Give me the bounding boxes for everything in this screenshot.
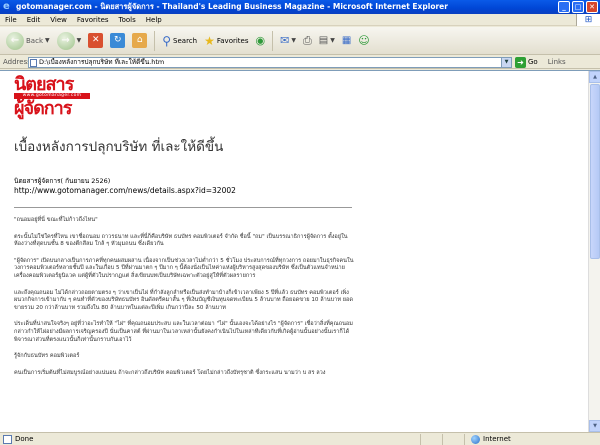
stop-button[interactable]: ✕ <box>86 30 105 52</box>
menu-file[interactable]: File <box>0 16 22 24</box>
close-button[interactable]: ✕ <box>586 1 598 13</box>
paragraph: ประเด็นที่น่าสนใจจริงๆ อยู่ที่ว่าอะไรทำใ… <box>14 321 353 343</box>
status-bar: Done Internet <box>0 432 600 445</box>
messenger-button[interactable]: ☺ <box>356 30 371 52</box>
back-button[interactable]: ← Back ▼ <box>4 30 52 52</box>
forward-button[interactable]: → ▼ <box>55 30 84 52</box>
paragraph: "ถนอมอยู่ที่นี่ ขณะที่ไม่ก้าวถึงไหน" <box>14 217 98 223</box>
maximize-button[interactable]: □ <box>572 1 584 13</box>
page-icon <box>30 58 37 67</box>
refresh-icon: ↻ <box>110 33 126 48</box>
search-icon: ⚲ <box>162 33 172 48</box>
menu-edit[interactable]: Edit <box>22 16 46 24</box>
windows-logo-icon: ⊞ <box>576 14 600 26</box>
refresh-button[interactable]: ↻ <box>108 30 127 52</box>
status-text: Done <box>0 434 420 444</box>
print-button[interactable]: ⎙ <box>301 30 314 52</box>
back-arrow-icon: ← <box>6 31 24 50</box>
go-button[interactable]: ➜ Go <box>515 56 538 68</box>
minimize-button[interactable]: _ <box>558 1 570 13</box>
divider <box>14 207 352 208</box>
page-content[interactable]: นิตยสาร www.gotomanager.com ผู้จัดการ เบ… <box>0 70 600 432</box>
paragraph: "ผู้จัดการ" เปิดบนกลางเป็นการภาคที่ทุกคน… <box>14 257 354 279</box>
mail-button[interactable]: ✉ ▼ <box>278 30 298 52</box>
article-url: http://www.gotomanager.com/news/details.… <box>14 186 236 195</box>
print-icon: ⎙ <box>302 33 312 47</box>
scrollbar-thumb[interactable] <box>590 84 600 259</box>
window-title: gotomanager.com - นิตยสารผู้จัดการ - Tha… <box>16 2 448 11</box>
paragraph: ตระนั้นไม่ใช่ใครที่ไหน เขาชื่อถนอม ถาวรธ… <box>14 233 348 248</box>
security-zone: Internet <box>464 433 600 445</box>
status-label: Done <box>15 435 34 443</box>
paragraph: รู้จักกับธนบัทร คอมพิวเตอร์ <box>14 353 80 360</box>
home-icon: ⌂ <box>132 33 148 48</box>
paragraph: คนเป็นการเริ่มต้นที่ไม่สมบูรณ์อย่างแน่นอ… <box>14 369 326 376</box>
back-dropdown-icon[interactable]: ▼ <box>45 37 50 44</box>
favorites-button[interactable]: ★ Favorites <box>202 30 250 52</box>
menu-bar: File Edit View Favorites Tools Help ⊞ <box>0 14 600 26</box>
favorites-label: Favorites <box>216 36 249 45</box>
toolbar-separator <box>272 30 274 51</box>
edit-dropdown-icon[interactable]: ▼ <box>330 37 335 44</box>
links-button[interactable]: Links <box>548 58 566 66</box>
media-button[interactable]: ◉ <box>254 30 268 52</box>
page-done-icon <box>3 434 12 444</box>
discuss-button[interactable]: ▦ <box>340 30 353 52</box>
magazine-logo: นิตยสาร www.gotomanager.com ผู้จัดการ <box>14 75 94 121</box>
go-label: Go <box>528 58 538 66</box>
forward-dropdown-icon[interactable]: ▼ <box>77 37 82 44</box>
menu-view[interactable]: View <box>45 16 72 24</box>
address-label: Address <box>3 58 31 66</box>
favorites-star-icon: ★ <box>204 33 215 48</box>
logo-text-bottom: ผู้จัดการ <box>14 98 72 119</box>
address-input[interactable]: D:\เบื้องหลังการปลุกบริษัท ที่เละให้ดีขึ… <box>28 56 512 68</box>
scroll-down-icon[interactable]: ▼ <box>589 420 600 432</box>
go-arrow-icon: ➜ <box>515 56 526 68</box>
address-bar: Address D:\เบื้องหลังการปลุกบริษัท ที่เล… <box>0 56 600 69</box>
toolbar: ← Back ▼ → ▼ ✕ ↻ ⌂ ⚲ Search ★ Favorites … <box>0 27 600 55</box>
mail-icon: ✉ <box>280 34 290 47</box>
edit-icon: ▤ <box>318 35 329 46</box>
address-dropdown-icon[interactable]: ▼ <box>501 57 511 67</box>
zone-label: Internet <box>483 435 511 443</box>
status-pane <box>442 433 464 445</box>
edit-button[interactable]: ▤ ▼ <box>317 30 337 52</box>
menu-help[interactable]: Help <box>141 16 167 24</box>
status-pane <box>420 433 442 445</box>
vertical-scrollbar[interactable]: ▲ ▼ <box>588 71 600 432</box>
mail-dropdown-icon[interactable]: ▼ <box>291 37 296 44</box>
scroll-up-icon[interactable]: ▲ <box>589 71 600 83</box>
media-icon: ◉ <box>255 34 266 47</box>
menu-tools[interactable]: Tools <box>114 16 141 24</box>
logo-text-top: นิตยสาร <box>14 74 74 95</box>
article-headline: เบื้องหลังการปลุกบริษัท ที่เละให้ดีขึ้น <box>14 139 224 155</box>
search-button[interactable]: ⚲ Search <box>160 30 199 52</box>
back-label: Back <box>26 36 43 45</box>
article: นิตยสาร www.gotomanager.com ผู้จัดการ เบ… <box>14 75 574 377</box>
discuss-icon: ▦ <box>341 35 352 46</box>
toolbar-separator <box>154 30 156 51</box>
window-controls: _ □ ✕ <box>558 1 598 13</box>
ie-icon: e <box>3 1 10 12</box>
forward-arrow-icon: → <box>56 31 75 50</box>
title-bar[interactable]: e gotomanager.com - นิตยสารผู้จัดการ - T… <box>0 0 600 14</box>
messenger-icon: ☺ <box>358 34 370 47</box>
search-label: Search <box>173 36 198 45</box>
menu-favorites[interactable]: Favorites <box>72 16 114 24</box>
globe-icon <box>471 434 480 444</box>
home-button[interactable]: ⌂ <box>130 30 149 52</box>
stop-icon: ✕ <box>88 33 104 48</box>
article-source: นิตยสารผู้จัดการ( กันยายน 2526) <box>14 177 111 185</box>
paragraph: และถึงคุณถนอม ไม่ได้กล่าวถอยตามตรง ๆ ว่า… <box>14 289 354 311</box>
address-value: D:\เบื้องหลังการปลุกบริษัท ที่เละให้ดีขึ… <box>39 58 165 66</box>
